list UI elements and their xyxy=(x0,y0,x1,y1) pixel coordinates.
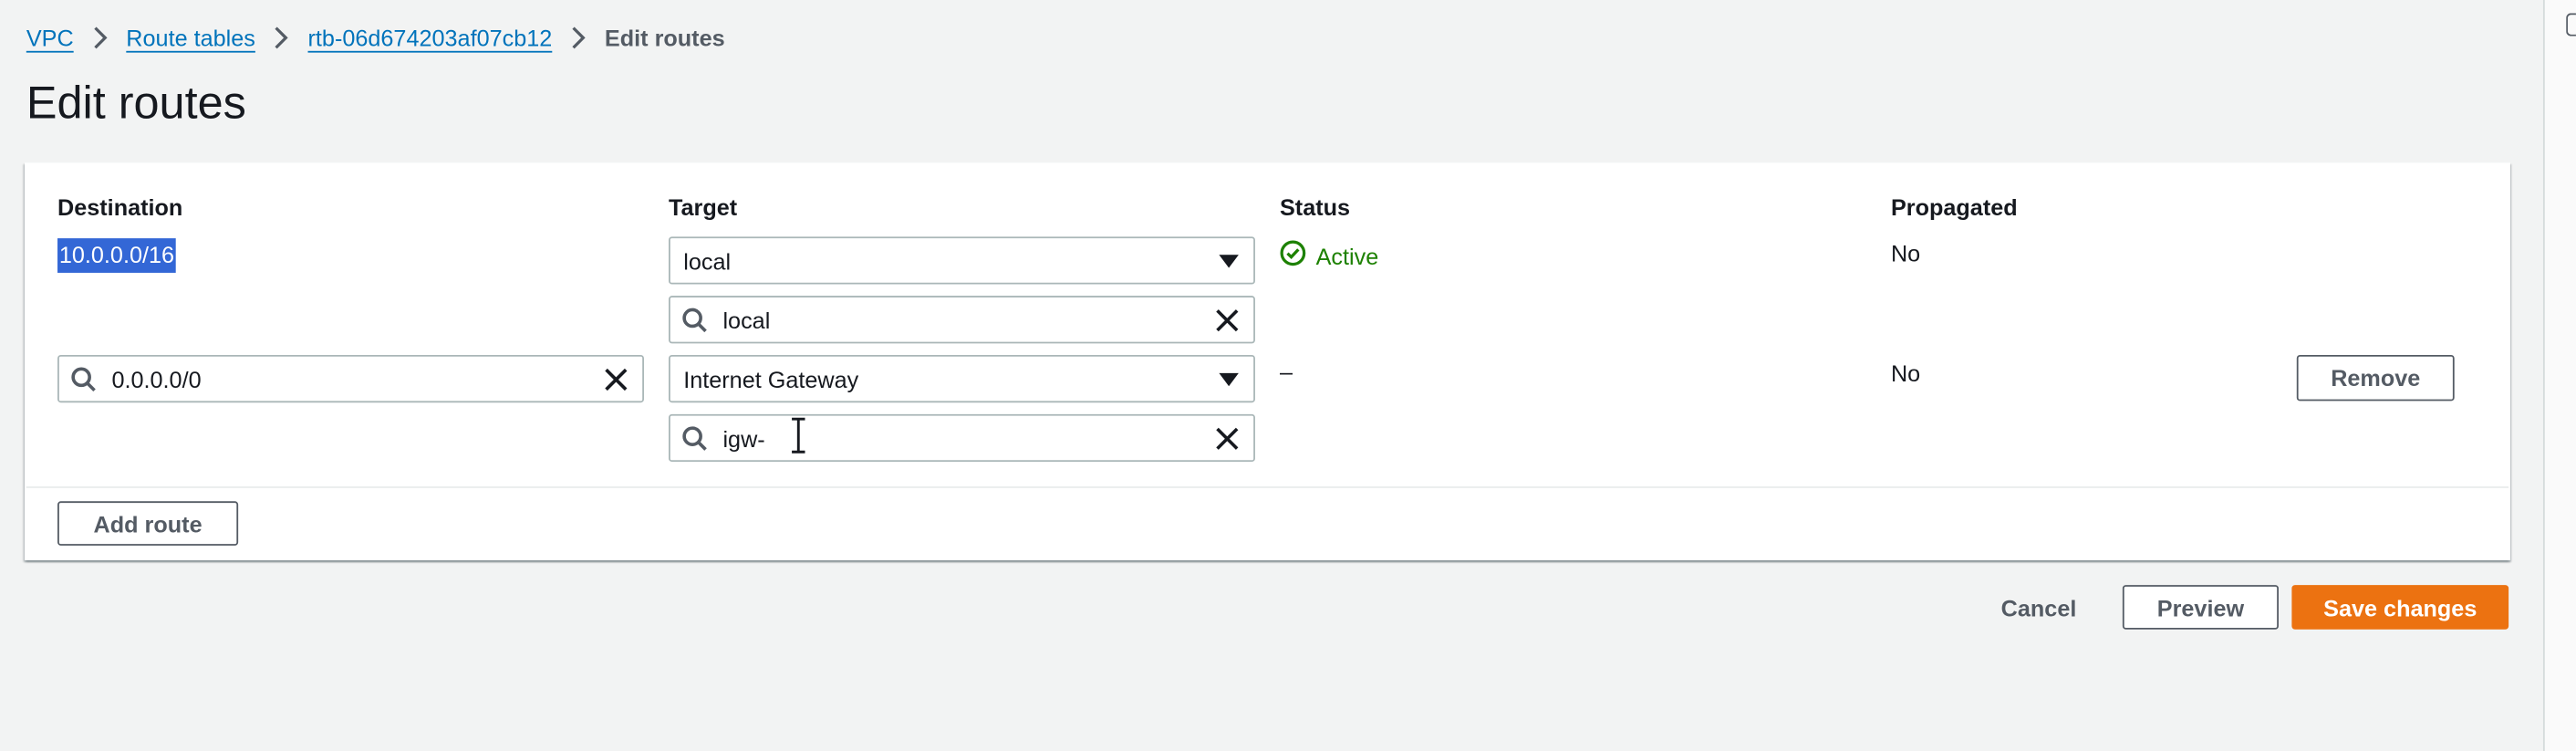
search-icon xyxy=(670,307,720,333)
panel-divider xyxy=(26,486,2509,488)
route-2-target-value: Internet Gateway xyxy=(683,365,859,392)
preview-button[interactable]: Preview xyxy=(2122,585,2279,630)
page-title: Edit routes xyxy=(26,77,246,129)
caret-down-icon xyxy=(1204,371,1253,386)
header-propagated: Propagated xyxy=(1890,193,2018,221)
route-1-status: Active xyxy=(1280,240,1378,271)
chevron-right-icon xyxy=(255,26,308,49)
route-2-target-select[interactable]: Internet Gateway xyxy=(669,354,1255,403)
route-2-destination-value: 0.0.0.0/0 xyxy=(111,365,202,392)
close-icon[interactable] xyxy=(590,368,643,391)
route-1-target-search-value: local xyxy=(722,306,771,333)
breadcrumb-link-vpc[interactable]: VPC xyxy=(26,25,74,51)
breadcrumb-link-route-tables[interactable]: Route tables xyxy=(126,25,255,51)
breadcrumb: VPC Route tables rtb-06d674203af07cb12 E… xyxy=(26,23,725,52)
chevron-right-icon xyxy=(74,26,127,49)
route-2-propagated: No xyxy=(1890,360,1921,387)
cancel-button[interactable]: Cancel xyxy=(1981,585,2096,630)
save-changes-button[interactable]: Save changes xyxy=(2291,585,2509,630)
check-circle-icon xyxy=(1280,240,1306,271)
close-icon[interactable] xyxy=(1201,426,1254,450)
caret-down-icon xyxy=(1204,254,1253,267)
route-1-target-value: local xyxy=(683,247,732,274)
header-target: Target xyxy=(669,193,738,221)
panel-toggle-icon[interactable] xyxy=(2566,13,2576,37)
chevron-right-icon xyxy=(552,26,605,49)
route-2-target-search[interactable]: igw- xyxy=(669,413,1255,463)
route-2-destination-input[interactable]: 0.0.0.0/0 xyxy=(57,354,644,403)
remove-route-button[interactable]: Remove xyxy=(2296,354,2455,402)
route-1-destination: 10.0.0.0/16 xyxy=(57,238,176,273)
search-icon xyxy=(670,425,720,452)
app-window: VPC Route tables rtb-06d674203af07cb12 E… xyxy=(0,0,2576,751)
breadcrumb-link-route-table-id[interactable]: rtb-06d674203af07cb12 xyxy=(308,25,553,51)
route-1-target-select[interactable]: local xyxy=(669,236,1255,285)
route-1-status-text: Active xyxy=(1315,242,1379,269)
header-destination: Destination xyxy=(57,193,183,221)
side-panel-edge xyxy=(2542,0,2576,751)
route-2-status: – xyxy=(1279,358,1293,385)
search-icon xyxy=(59,366,109,392)
route-1-propagated: No xyxy=(1890,239,1921,266)
breadcrumb-current: Edit routes xyxy=(604,25,725,51)
header-status: Status xyxy=(1279,193,1351,221)
add-route-button[interactable]: Add route xyxy=(57,501,239,546)
text-cursor-icon xyxy=(788,417,808,454)
route-1-target-search[interactable]: local xyxy=(669,296,1255,344)
close-icon[interactable] xyxy=(1201,308,1254,331)
